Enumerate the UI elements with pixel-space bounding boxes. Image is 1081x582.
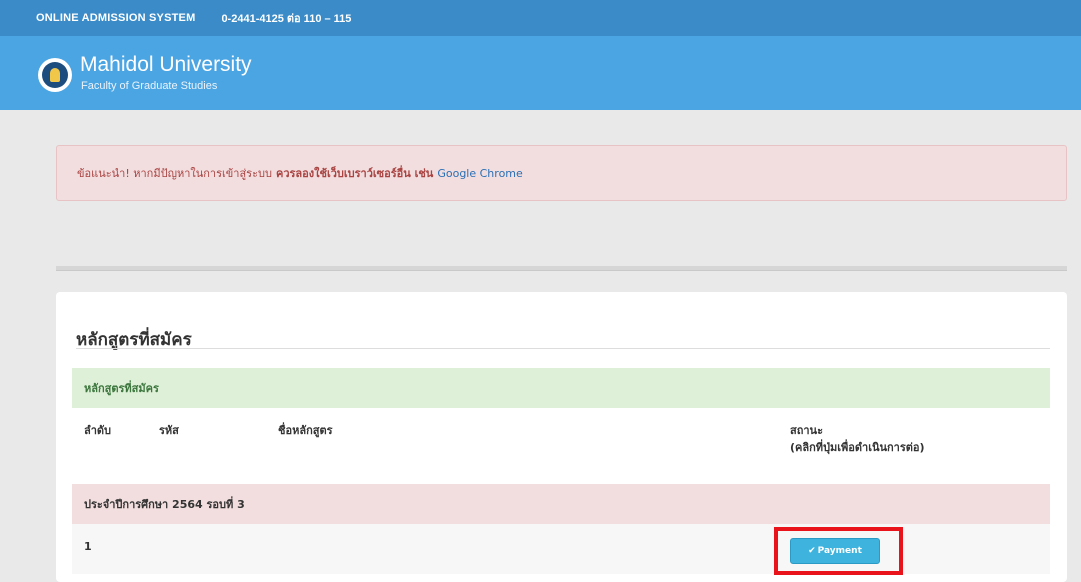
courses-panel: หลักสูตรที่สมัคร หลักสูตรที่สมัคร ลำดับ … (56, 292, 1067, 582)
alert-prefix: ข้อแนะนำ! หากมีปัญหาในการเข้าสู่ระบบ (77, 167, 272, 180)
browser-advice-alert: ข้อแนะนำ! หากมีปัญหาในการเข้าสู่ระบบ ควร… (56, 145, 1067, 201)
alert-emphasis: ควรลองใช้เว็บเบราว์เซอร์อื่น เช่น (275, 167, 434, 180)
column-header-order: ลำดับ (84, 424, 112, 437)
payment-button[interactable]: ✔ Payment (790, 538, 880, 564)
contact-phone: 0-2441-4125 ต่อ 110 – 115 (221, 13, 352, 25)
table-row: 1 (72, 524, 1050, 574)
status-header-line2: (คลิกที่ปุ่มเพื่อดำเนินการต่อ) (790, 441, 925, 454)
alert-browser: Google Chrome (437, 166, 523, 180)
faculty-name: Faculty of Graduate Studies (81, 80, 218, 92)
column-header-status: สถานะ (คลิกที่ปุ่มเพื่อดำเนินการต่อ) (790, 422, 925, 456)
payment-button-label: Payment (817, 546, 862, 556)
check-icon: ✔ (808, 546, 816, 556)
divider (56, 266, 1067, 271)
mahidol-seal-icon[interactable] (38, 58, 72, 92)
system-name: ONLINE ADMISSION SYSTEM (36, 12, 196, 24)
column-header-code: รหัส (159, 424, 179, 437)
site-header: Mahidol University Faculty of Graduate S… (0, 36, 1081, 110)
status-header-line1: สถานะ (790, 424, 823, 437)
section-divider (76, 348, 1050, 349)
group-row: ประจำปีการศึกษา 2564 รอบที่ 3 (72, 484, 1050, 524)
university-name[interactable]: Mahidol University (80, 54, 252, 76)
panel-heading-label: หลักสูตรที่สมัคร (84, 382, 159, 395)
row-order: 1 (84, 540, 92, 553)
panel-heading: หลักสูตรที่สมัคร (72, 368, 1050, 408)
top-bar: ONLINE ADMISSION SYSTEM 0-2441-4125 ต่อ … (0, 0, 1081, 36)
group-label: ประจำปีการศึกษา 2564 รอบที่ 3 (84, 498, 245, 511)
column-header-name: ชื่อหลักสูตร (278, 424, 333, 437)
